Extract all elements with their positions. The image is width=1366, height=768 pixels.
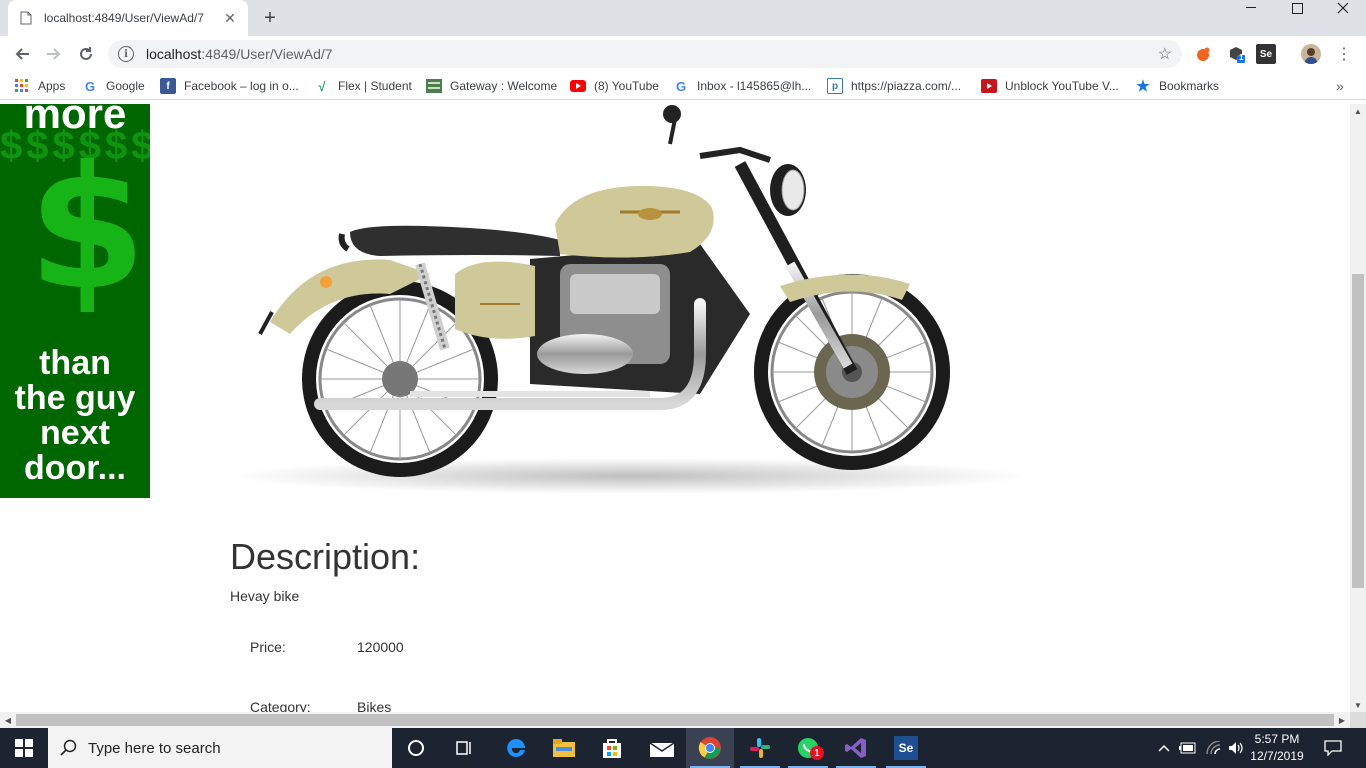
tab-title: localhost:4849/User/ViewAd/7 bbox=[44, 11, 204, 25]
system-clock[interactable]: 5:57 PM 12/7/2019 bbox=[1246, 731, 1308, 765]
scroll-left-arrow-icon[interactable]: ◀ bbox=[0, 712, 16, 728]
scroll-down-arrow-icon[interactable]: ▼ bbox=[1350, 698, 1366, 712]
google-icon: G bbox=[84, 78, 96, 94]
bookmark-piazza[interactable]: p https://piazza.com/... bbox=[827, 77, 961, 95]
ad-big-dollar-sign: $ bbox=[28, 130, 147, 328]
flex-icon: √ bbox=[318, 78, 326, 94]
profile-avatar[interactable] bbox=[1301, 44, 1321, 64]
page-icon bbox=[18, 10, 34, 26]
forward-button[interactable] bbox=[42, 42, 66, 66]
visual-studio-icon[interactable] bbox=[832, 728, 880, 768]
close-window-button[interactable] bbox=[1320, 0, 1366, 16]
close-tab-icon[interactable]: ✕ bbox=[222, 10, 238, 26]
extension-badge: 1 bbox=[1239, 53, 1244, 62]
slack-icon[interactable] bbox=[736, 728, 784, 768]
bookmark-inbox[interactable]: G Inbox - l145865@lh... bbox=[673, 77, 811, 95]
address-bar[interactable]: i localhost:4849/User/ViewAd/7 ☆ bbox=[108, 40, 1182, 68]
horizontal-scroll-thumb[interactable] bbox=[16, 714, 1334, 726]
battery-icon[interactable] bbox=[1178, 728, 1198, 768]
horizontal-scrollbar[interactable]: ◀ ▶ bbox=[0, 712, 1350, 728]
new-tab-button[interactable]: + bbox=[258, 6, 282, 30]
volume-icon[interactable] bbox=[1226, 728, 1246, 768]
mail-icon[interactable] bbox=[638, 728, 686, 768]
search-placeholder: Type here to search bbox=[88, 739, 221, 757]
file-explorer-icon[interactable] bbox=[540, 728, 588, 768]
url-text[interactable]: localhost:4849/User/ViewAd/7 bbox=[146, 46, 1158, 62]
description-heading: Description: bbox=[230, 536, 421, 577]
star-icon: ★ bbox=[1136, 78, 1150, 95]
bookmark-flex[interactable]: √ Flex | Student bbox=[314, 77, 411, 95]
category-label: Category: bbox=[250, 699, 311, 712]
windows-taskbar: Type here to search 1 Se 5:57 PM 12/7/20… bbox=[0, 728, 1366, 768]
reload-button[interactable] bbox=[74, 42, 98, 66]
taskbar-search[interactable]: Type here to search bbox=[48, 728, 392, 768]
bookmark-apps[interactable]: Apps bbox=[14, 77, 65, 95]
scroll-up-arrow-icon[interactable]: ▲ bbox=[1350, 104, 1366, 118]
clock-time: 5:57 PM bbox=[1254, 732, 1300, 746]
whatsapp-badge: 1 bbox=[810, 746, 824, 760]
browser-tab[interactable]: localhost:4849/User/ViewAd/7 ✕ bbox=[8, 0, 248, 36]
bookmark-bookmarks-folder[interactable]: ★ Bookmarks bbox=[1135, 77, 1219, 95]
wifi-icon[interactable] bbox=[1204, 728, 1224, 768]
scroll-corner bbox=[1350, 712, 1366, 728]
vertical-scrollbar[interactable]: ▲ ▼ bbox=[1350, 104, 1366, 712]
vertical-scroll-thumb[interactable] bbox=[1352, 274, 1364, 588]
description-text: Hevay bike bbox=[230, 588, 300, 604]
bookmark-gateway[interactable]: Gateway : Welcome bbox=[426, 77, 557, 95]
category-value: Bikes bbox=[357, 699, 392, 712]
bookmark-unblock-youtube[interactable]: Unblock YouTube V... bbox=[981, 77, 1119, 95]
page-viewport: $$$$$$$$$$$$$$$$$$$$$$$$$$$$ $ more than… bbox=[0, 104, 1350, 712]
maximize-button[interactable] bbox=[1274, 0, 1320, 16]
advertisement-banner[interactable]: $$$$$$$$$$$$$$$$$$$$$$$$$$$$ $ more than… bbox=[0, 104, 150, 498]
google-icon: G bbox=[675, 78, 687, 94]
back-button[interactable] bbox=[10, 42, 34, 66]
menu-kebab-icon[interactable]: ⋮ bbox=[1334, 44, 1354, 64]
price-label: Price: bbox=[250, 639, 286, 655]
apps-grid-icon bbox=[14, 78, 30, 94]
ad-bottom-text: than the guy next door... bbox=[14, 344, 136, 487]
bookmark-google[interactable]: G Google bbox=[82, 77, 145, 95]
browser-toolbar: i localhost:4849/User/ViewAd/7 ☆ 1 Se ⋮ bbox=[0, 36, 1366, 72]
notifications-icon[interactable] bbox=[1318, 728, 1348, 768]
price-value: 120000 bbox=[357, 639, 404, 655]
extension-cube-icon[interactable]: 1 bbox=[1226, 44, 1246, 64]
site-info-icon[interactable]: i bbox=[118, 46, 134, 62]
selenium-extension-icon[interactable]: Se bbox=[1256, 44, 1276, 64]
selenium-ide-icon[interactable]: Se bbox=[882, 728, 930, 768]
motorcycle-illustration bbox=[230, 105, 1030, 494]
search-icon bbox=[60, 739, 77, 756]
more-bookmarks-chevron-icon[interactable]: » bbox=[1336, 77, 1344, 95]
unblock-youtube-icon bbox=[981, 78, 997, 94]
store-icon[interactable] bbox=[588, 728, 636, 768]
scroll-right-arrow-icon[interactable]: ▶ bbox=[1334, 712, 1350, 728]
start-button[interactable] bbox=[0, 728, 48, 768]
extension-orange-icon[interactable] bbox=[1193, 44, 1213, 64]
bookmark-facebook[interactable]: f Facebook – log in o... bbox=[160, 77, 299, 95]
gateway-icon bbox=[426, 78, 442, 94]
tab-strip: localhost:4849/User/ViewAd/7 ✕ + bbox=[0, 0, 1366, 36]
show-hidden-icons-chevron-icon[interactable] bbox=[1156, 728, 1172, 768]
youtube-icon bbox=[570, 78, 586, 94]
bookmark-youtube[interactable]: (8) YouTube bbox=[570, 77, 659, 95]
listing-image bbox=[230, 104, 1030, 498]
clock-date: 12/7/2019 bbox=[1250, 749, 1304, 763]
bookmarks-bar: Apps G Google f Facebook – log in o... √… bbox=[0, 72, 1366, 100]
windows-logo-icon bbox=[15, 739, 33, 757]
cortana-button[interactable] bbox=[392, 728, 440, 768]
chrome-taskbar-icon[interactable] bbox=[686, 728, 734, 768]
whatsapp-icon[interactable]: 1 bbox=[784, 728, 832, 768]
ad-top-text: more bbox=[23, 104, 127, 137]
piazza-icon: p bbox=[827, 78, 843, 94]
facebook-icon: f bbox=[160, 78, 176, 94]
task-view-button[interactable] bbox=[440, 728, 488, 768]
edge-icon[interactable] bbox=[492, 728, 540, 768]
minimize-button[interactable] bbox=[1228, 0, 1274, 16]
bookmark-star-icon[interactable]: ☆ bbox=[1158, 44, 1172, 64]
